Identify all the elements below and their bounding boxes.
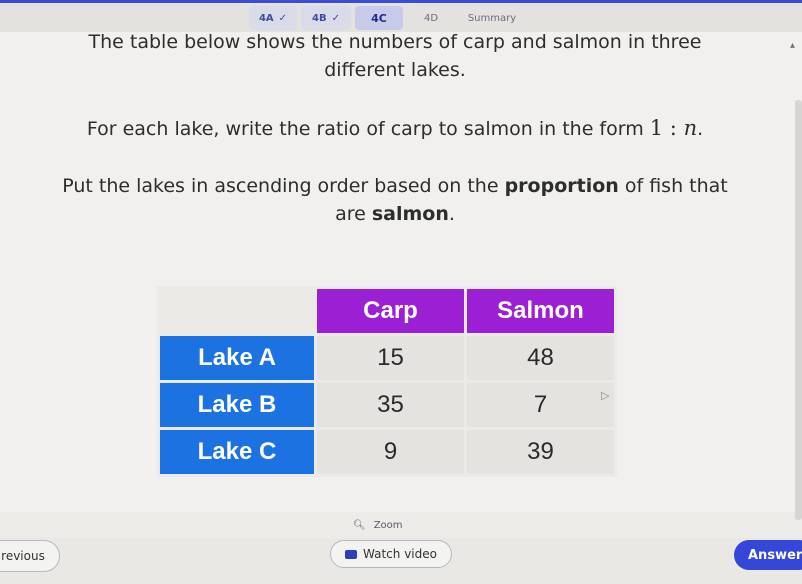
instruction-order-end: . [448, 203, 455, 225]
cell-salmon: 48 [467, 336, 614, 380]
question-instruction-order-line2: are salmon. [0, 200, 790, 228]
table-row: Lake C 9 39 [160, 430, 614, 474]
watch-video-label: Watch video [363, 547, 437, 561]
ratio-math-lead: 1 : [649, 116, 684, 140]
scrollbar[interactable] [795, 100, 802, 520]
edge-marker-icon: ▴ [790, 40, 796, 51]
instruction-order-mid: of fish that [618, 175, 728, 197]
ratio-math-variable: n [683, 116, 698, 140]
tab-4d[interactable]: 4D [411, 6, 451, 30]
table-row: Lake B 35 7 [160, 383, 614, 427]
fish-table: Carp Salmon Lake A 15 48 Lake B 35 7 Lak… [157, 286, 617, 477]
tab-4d-label: 4D [423, 12, 439, 24]
tab-4a-label: 4A [258, 12, 274, 24]
instruction-order-bold-proportion: proportion [504, 175, 619, 197]
column-header-salmon: Salmon [467, 289, 614, 333]
question-intro-line1: The table below shows the numbers of car… [88, 31, 702, 53]
cell-carp: 35 [317, 383, 464, 427]
previous-button[interactable]: revious [0, 540, 60, 572]
question-intro-line2: different lakes. [324, 59, 466, 81]
watch-video-button[interactable]: Watch video [330, 540, 452, 568]
row-header-lake: Lake A [160, 336, 314, 380]
ratio-form-math: 1 : n [650, 116, 697, 140]
video-icon [345, 549, 358, 559]
tab-4b-label: 4B [312, 12, 327, 24]
instruction-ratio-end: . [697, 118, 704, 140]
instruction-order-pre: Put the lakes in ascending order based o… [62, 175, 505, 197]
table-corner [160, 289, 314, 333]
previous-button-label: revious [1, 549, 45, 563]
row-header-lake: Lake C [160, 430, 314, 474]
tab-4c[interactable]: 4C [355, 6, 403, 30]
question-instruction-order-line1: Put the lakes in ascending order based o… [0, 172, 790, 200]
cell-salmon: 7 [467, 383, 614, 427]
check-icon: ✓ [331, 12, 340, 24]
magnifier-icon: 🔍︎ [353, 520, 366, 531]
instruction-order-bold-salmon: salmon [371, 203, 449, 225]
table-row: Lake A 15 48 [160, 336, 614, 380]
table-header-row: Carp Salmon [160, 289, 614, 333]
answer-button-label: Answer [748, 547, 802, 563]
column-header-carp: Carp [317, 289, 464, 333]
cell-carp: 9 [317, 430, 464, 474]
tab-4a[interactable]: 4A ✓ [249, 6, 297, 30]
answer-button[interactable]: Answer [734, 540, 802, 570]
cell-salmon: 39 [467, 430, 614, 474]
zoom-control[interactable]: 🔍︎ Zoom [353, 520, 403, 531]
instruction-ratio-text: For each lake, write the ratio of carp t… [86, 118, 650, 140]
tab-4b[interactable]: 4B ✓ [301, 6, 351, 30]
instruction-order-line2-pre: are [335, 203, 372, 225]
cell-carp: 15 [317, 336, 464, 380]
check-icon: ✓ [278, 12, 288, 24]
tab-summary-label: Summary [467, 12, 517, 24]
row-header-lake: Lake B [160, 383, 314, 427]
zoom-label: Zoom [373, 520, 403, 531]
mouse-cursor-icon: ▷ [601, 389, 610, 402]
tab-summary[interactable]: Summary [457, 6, 527, 30]
tab-4c-label: 4C [371, 11, 387, 25]
question-instruction-ratio: For each lake, write the ratio of carp t… [0, 114, 790, 143]
